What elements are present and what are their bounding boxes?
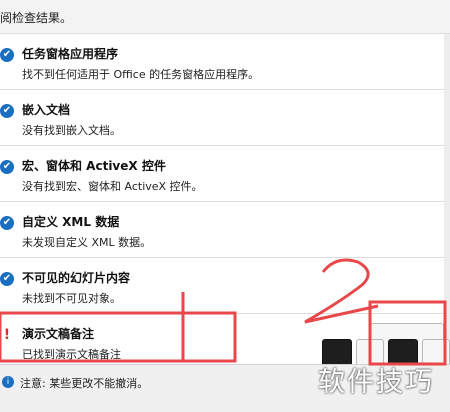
watermark-text: 软件技巧 <box>318 367 434 398</box>
highlight-box-1 <box>0 311 237 363</box>
highlight-box-2 <box>368 300 447 366</box>
annotation-label-2 <box>304 258 379 324</box>
hand-drawn-annotations <box>0 258 447 366</box>
